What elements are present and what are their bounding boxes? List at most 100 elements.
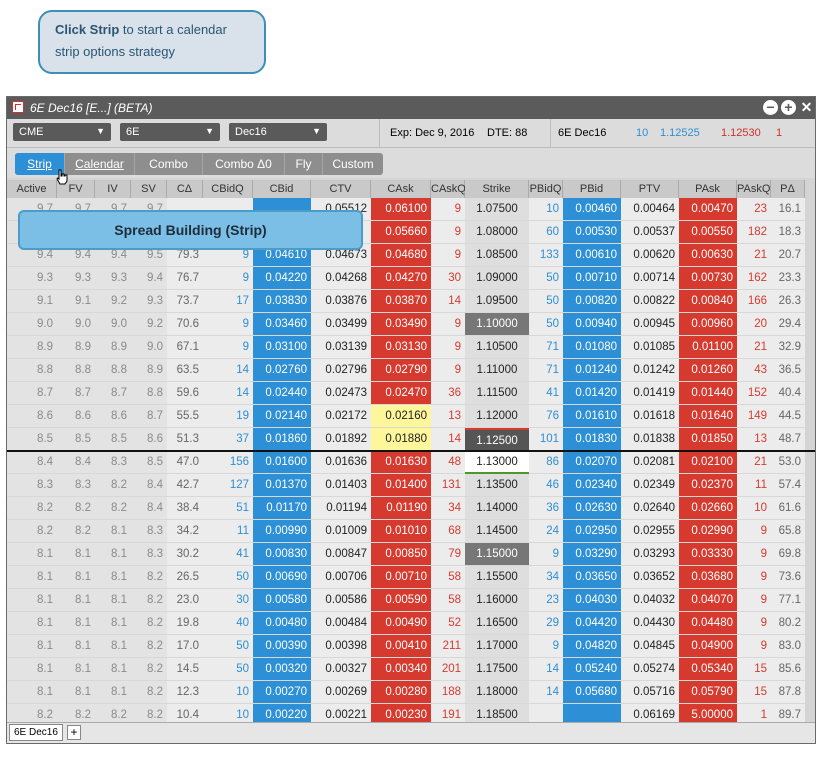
cell-put-delta[interactable]: 83.0 [771, 635, 805, 658]
cell-call-tv[interactable]: 0.01636 [311, 451, 371, 474]
cell-fv[interactable]: 8.6 [57, 405, 95, 428]
cell-sv[interactable]: 8.5 [131, 451, 167, 474]
cell-call-ask-qty[interactable]: 13 [431, 405, 465, 428]
cell-call-bid[interactable]: 0.00580 [253, 589, 311, 612]
cell-call-bid-qty[interactable]: 30 [203, 589, 253, 612]
cell-call-bid[interactable]: 0.02440 [253, 382, 311, 405]
cell-call-delta[interactable]: 38.4 [167, 497, 203, 520]
cell-call-ask-qty[interactable]: 9 [431, 244, 465, 267]
cell-put-ask-qty[interactable]: 11 [737, 474, 771, 497]
product-select[interactable]: 6E ▼ [120, 123, 220, 141]
add-sheet-button[interactable]: + [67, 725, 81, 740]
cell-call-ask[interactable]: 0.06100 [371, 198, 431, 221]
cell-call-ask-qty[interactable]: 9 [431, 359, 465, 382]
cell-active[interactable]: 8.6 [7, 405, 57, 428]
cell-call-ask[interactable]: 0.01630 [371, 451, 431, 474]
cell-iv[interactable]: 8.1 [95, 566, 131, 589]
cell-put-bid[interactable]: 0.02630 [563, 497, 621, 520]
cell-put-ask-qty[interactable]: 21 [737, 244, 771, 267]
col-header-call-bid-qty[interactable]: CBidQ [203, 180, 253, 198]
tab-combo[interactable]: Combo [135, 153, 203, 175]
cell-call-bid-qty[interactable]: 37 [203, 428, 253, 451]
cell-call-delta[interactable]: 17.0 [167, 635, 203, 658]
cell-call-delta[interactable]: 23.0 [167, 589, 203, 612]
cell-put-ask-qty[interactable]: 15 [737, 658, 771, 681]
cell-call-bid-qty[interactable]: 11 [203, 520, 253, 543]
cell-put-tv[interactable]: 0.05716 [621, 681, 679, 704]
cell-iv[interactable]: 8.1 [95, 658, 131, 681]
cell-put-ask-qty[interactable]: 149 [737, 405, 771, 428]
cell-put-ask-qty[interactable]: 9 [737, 543, 771, 566]
cell-call-ask-qty[interactable]: 58 [431, 566, 465, 589]
cell-call-ask[interactable]: 0.02470 [371, 382, 431, 405]
cell-call-tv[interactable]: 0.01009 [311, 520, 371, 543]
cell-strike[interactable]: 1.12500 [465, 428, 529, 451]
cell-call-tv[interactable]: 0.03876 [311, 290, 371, 313]
col-header-call-tv[interactable]: CTV [311, 180, 371, 198]
cell-put-bid[interactable]: 0.00710 [563, 267, 621, 290]
cell-put-bid-qty[interactable]: 23 [529, 589, 563, 612]
cell-strike[interactable]: 1.09500 [465, 290, 529, 313]
cell-put-ask-qty[interactable]: 182 [737, 221, 771, 244]
cell-call-tv[interactable]: 0.00398 [311, 635, 371, 658]
cell-put-bid-qty[interactable]: 76 [529, 405, 563, 428]
cell-strike[interactable]: 1.11000 [465, 359, 529, 382]
cell-sv[interactable]: 9.4 [131, 267, 167, 290]
cell-strike[interactable]: 1.17000 [465, 635, 529, 658]
cell-put-ask[interactable]: 0.02990 [679, 520, 737, 543]
cell-put-ask[interactable]: 0.01260 [679, 359, 737, 382]
cell-put-delta[interactable]: 77.1 [771, 589, 805, 612]
cell-put-ask-qty[interactable]: 9 [737, 589, 771, 612]
cell-put-ask-qty[interactable]: 152 [737, 382, 771, 405]
cell-call-delta[interactable]: 30.2 [167, 543, 203, 566]
cell-fv[interactable]: 8.3 [57, 474, 95, 497]
cell-put-tv[interactable]: 0.01838 [621, 428, 679, 451]
col-header-put-tv[interactable]: PTV [621, 180, 679, 198]
cell-call-ask[interactable]: 0.02160 [371, 405, 431, 428]
cell-fv[interactable]: 8.4 [57, 451, 95, 474]
cell-call-bid-qty[interactable]: 50 [203, 566, 253, 589]
cell-active[interactable]: 8.9 [7, 336, 57, 359]
cell-iv[interactable]: 9.3 [95, 267, 131, 290]
cell-call-ask-qty[interactable]: 188 [431, 681, 465, 704]
cell-strike[interactable]: 1.14000 [465, 497, 529, 520]
cell-active[interactable]: 8.2 [7, 520, 57, 543]
cell-put-bid-qty[interactable]: 46 [529, 474, 563, 497]
col-header-call-delta[interactable]: CΔ [167, 180, 203, 198]
cell-put-ask[interactable]: 0.00960 [679, 313, 737, 336]
cell-put-bid-qty[interactable]: 71 [529, 336, 563, 359]
cell-put-ask[interactable]: 0.01440 [679, 382, 737, 405]
cell-put-ask[interactable]: 0.04070 [679, 589, 737, 612]
cell-put-ask-qty[interactable]: 21 [737, 336, 771, 359]
cell-put-bid[interactable]: 0.01240 [563, 359, 621, 382]
cell-put-ask[interactable]: 0.05790 [679, 681, 737, 704]
cell-strike[interactable]: 1.07500 [465, 198, 529, 221]
cell-put-ask[interactable]: 0.05340 [679, 658, 737, 681]
cell-call-ask[interactable]: 0.05660 [371, 221, 431, 244]
cell-put-bid[interactable]: 0.02950 [563, 520, 621, 543]
cell-strike[interactable]: 1.13500 [465, 474, 529, 497]
cell-strike[interactable]: 1.17500 [465, 658, 529, 681]
cell-put-bid[interactable]: 0.00460 [563, 198, 621, 221]
cell-iv[interactable]: 8.1 [95, 589, 131, 612]
cell-call-delta[interactable]: 14.5 [167, 658, 203, 681]
cell-iv[interactable]: 8.1 [95, 520, 131, 543]
cell-put-tv[interactable]: 0.01419 [621, 382, 679, 405]
cell-put-bid[interactable]: 0.01420 [563, 382, 621, 405]
cell-call-tv[interactable]: 0.03499 [311, 313, 371, 336]
cell-put-tv[interactable]: 0.01085 [621, 336, 679, 359]
cell-sv[interactable]: 8.4 [131, 497, 167, 520]
cell-fv[interactable]: 8.1 [57, 612, 95, 635]
cell-fv[interactable]: 9.1 [57, 290, 95, 313]
cell-call-bid-qty[interactable]: 50 [203, 635, 253, 658]
cell-put-ask[interactable]: 0.03680 [679, 566, 737, 589]
cell-active[interactable]: 8.5 [7, 428, 57, 451]
cell-call-ask[interactable]: 0.00850 [371, 543, 431, 566]
cell-put-tv[interactable]: 0.02349 [621, 474, 679, 497]
cell-put-bid[interactable]: 0.03290 [563, 543, 621, 566]
close-icon[interactable]: ✕ [799, 100, 814, 115]
cell-put-ask-qty[interactable]: 9 [737, 566, 771, 589]
cell-sv[interactable]: 8.2 [131, 589, 167, 612]
cell-put-tv[interactable]: 0.04032 [621, 589, 679, 612]
cell-put-bid-qty[interactable]: 71 [529, 359, 563, 382]
